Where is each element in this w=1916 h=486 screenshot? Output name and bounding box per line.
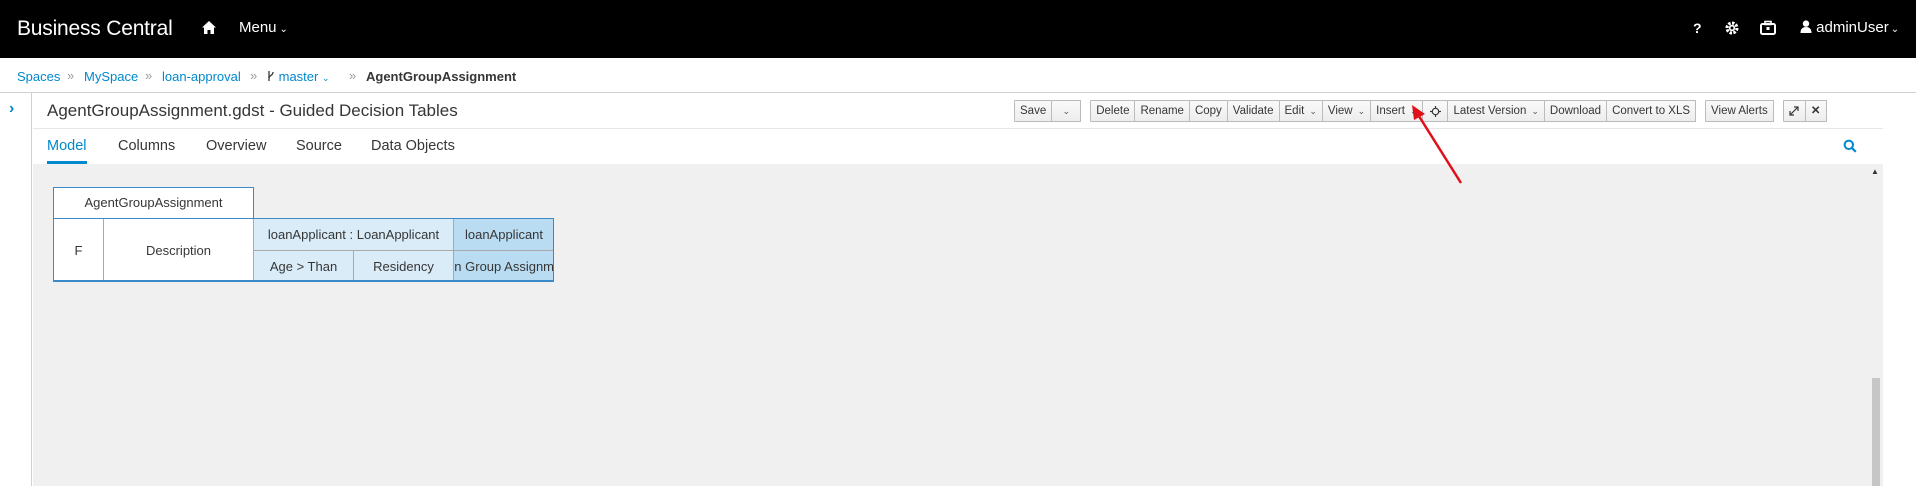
chevron-down-icon: ⌄ (1062, 106, 1070, 116)
condition-pattern-header[interactable]: loanApplicant : LoanApplicant (254, 219, 454, 251)
view-label: View (1327, 105, 1353, 117)
breadcrumb-spaces[interactable]: Spaces (17, 69, 60, 84)
expand-icon (1789, 106, 1799, 116)
tab-source[interactable]: Source (296, 138, 342, 154)
table-bottom-border (53, 280, 554, 282)
chevron-down-icon: ⌄ (1890, 24, 1900, 35)
download-button[interactable]: Download (1543, 100, 1608, 122)
editor-tabs: Model Columns Overview Source Data Objec… (33, 129, 1883, 164)
menu-dropdown[interactable]: Menu ⌄ (239, 19, 288, 36)
home-icon[interactable] (200, 19, 218, 37)
chevron-down-icon: ⌄ (321, 73, 330, 83)
view-alerts-button[interactable]: View Alerts (1705, 100, 1774, 122)
editor-title: AgentGroupAssignment.gdst - Guided Decis… (47, 101, 458, 120)
branch-icon (268, 71, 274, 81)
condition-column-residency[interactable]: Residency (354, 251, 454, 281)
editor-header: AgentGroupAssignment.gdst - Guided Decis… (33, 93, 1883, 129)
breadcrumb-current: AgentGroupAssignment (366, 69, 517, 84)
top-navbar: Business Central Menu ⌄ ? adminUser ⌄ (0, 0, 1916, 58)
user-icon (1800, 20, 1812, 33)
brand-title[interactable]: Business Central (17, 17, 173, 41)
user-menu[interactable]: adminUser ⌄ (1800, 19, 1899, 36)
svg-text:?: ? (1693, 20, 1702, 36)
briefcase-icon[interactable] (1759, 19, 1777, 37)
vertical-scrollbar[interactable] (1872, 378, 1880, 486)
branch-label: master (278, 69, 319, 84)
breadcrumb-project[interactable]: loan-approval (162, 69, 241, 84)
decision-table: F Description loanApplicant : LoanApplic… (53, 218, 554, 282)
header-f[interactable]: F (54, 219, 104, 281)
tab-data-objects[interactable]: Data Objects (371, 138, 455, 154)
decision-table-canvas[interactable]: ▲ (33, 164, 1883, 486)
annotation-arrow-icon (1412, 105, 1463, 184)
breadcrumb-separator: » (67, 68, 75, 83)
condition-column-age[interactable]: Age > Than (254, 251, 354, 281)
save-button[interactable]: Save (1014, 100, 1053, 122)
header-description[interactable]: Description (104, 219, 254, 281)
gear-icon[interactable] (1723, 19, 1741, 37)
scroll-up-icon[interactable]: ▲ (1871, 167, 1879, 176)
save-options-button[interactable]: ⌄ (1051, 100, 1082, 122)
menu-label: Menu (239, 19, 277, 36)
tab-columns[interactable]: Columns (118, 138, 175, 154)
chevron-down-icon: ⌄ (279, 24, 288, 35)
breadcrumb-branch[interactable]: master ⌄ (267, 69, 330, 84)
chevron-down-icon: ⌄ (1531, 106, 1539, 116)
edit-label: Edit (1284, 105, 1305, 117)
action-pattern-header[interactable]: loanApplicant (454, 219, 553, 251)
breadcrumb: Spaces » MySpace » loan-approval » maste… (0, 58, 1916, 93)
validate-button[interactable]: Validate (1226, 100, 1280, 122)
chevron-down-icon: ⌄ (1357, 106, 1366, 116)
left-rail: › (0, 93, 32, 486)
breadcrumb-separator: » (349, 68, 357, 83)
view-menu-button[interactable]: View ⌄ (1321, 100, 1372, 122)
breadcrumb-separator: » (250, 68, 258, 83)
search-icon[interactable] (1843, 139, 1857, 153)
user-name: adminUser (1816, 19, 1889, 36)
close-icon: ✕ (1810, 105, 1821, 117)
maximize-button[interactable] (1782, 100, 1806, 122)
chevron-down-icon: ⌄ (1309, 106, 1317, 116)
delete-button[interactable]: Delete (1090, 100, 1136, 122)
breadcrumb-myspace[interactable]: MySpace (84, 69, 138, 84)
tab-overview[interactable]: Overview (206, 138, 266, 154)
help-icon[interactable]: ? (1689, 19, 1707, 37)
rename-button[interactable]: Rename (1134, 100, 1190, 122)
tab-model[interactable]: Model (47, 138, 87, 154)
convert-to-xls-button[interactable]: Convert to XLS (1606, 100, 1697, 122)
close-button[interactable]: ✕ (1804, 100, 1827, 122)
expand-panel-icon[interactable]: › (9, 100, 14, 118)
copy-button[interactable]: Copy (1188, 100, 1228, 122)
decision-table-name[interactable]: AgentGroupAssignment (53, 187, 254, 219)
breadcrumb-separator: » (145, 68, 153, 83)
edit-menu-button[interactable]: Edit ⌄ (1278, 100, 1323, 122)
action-column-group-assignment[interactable]: n Group Assignm (454, 251, 553, 281)
